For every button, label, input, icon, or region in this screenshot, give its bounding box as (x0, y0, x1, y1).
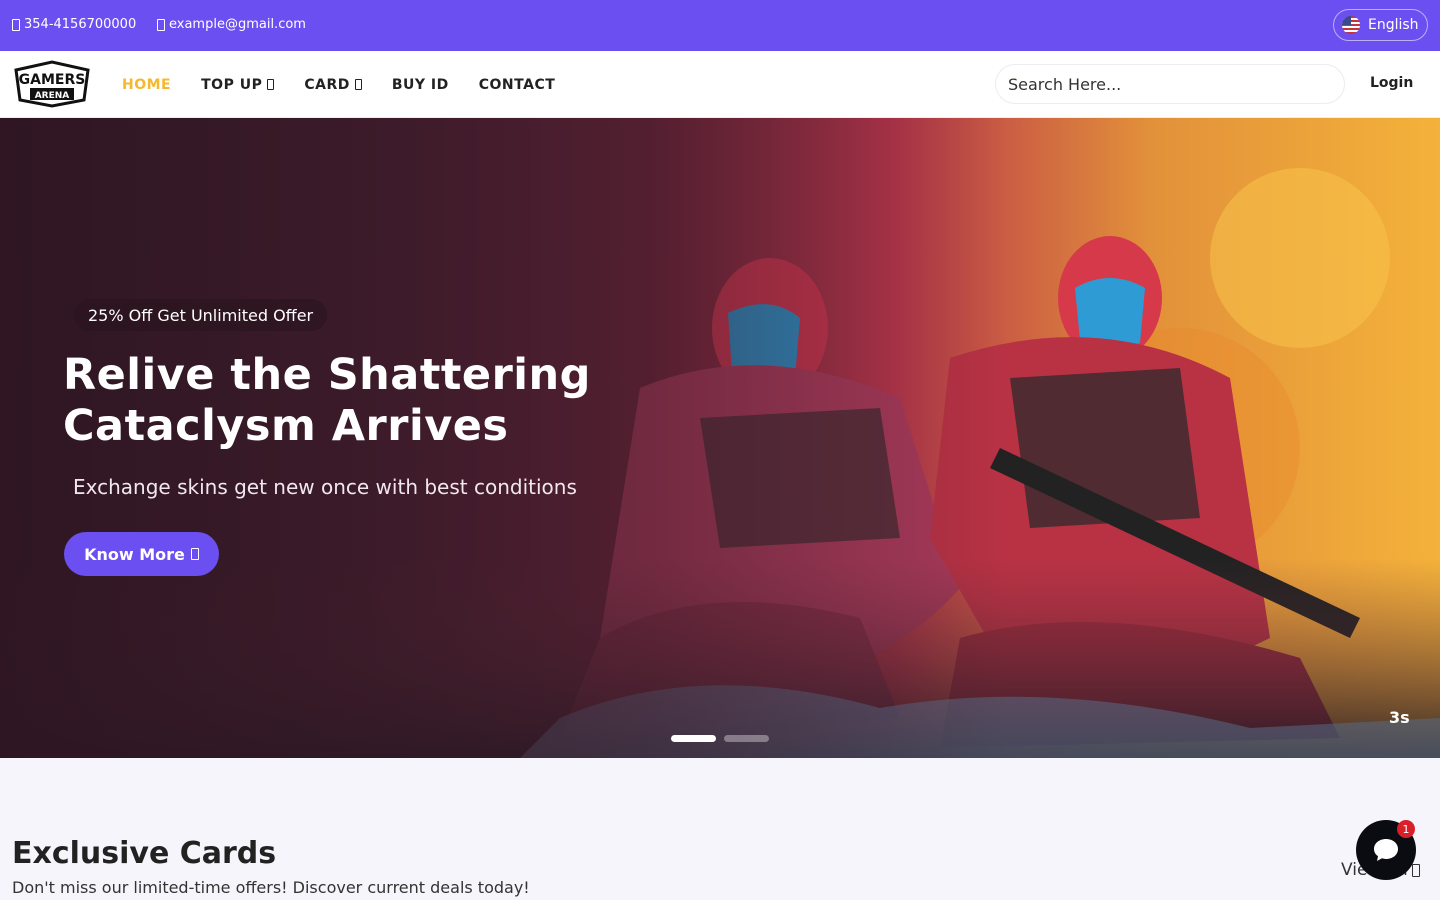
offer-badge: 25% Off Get Unlimited Offer (74, 299, 328, 331)
chat-notification-badge: 1 (1397, 820, 1415, 838)
hero-title: Relive the Shattering Cataclysm Arrives (63, 350, 663, 452)
chevron-down-icon (267, 79, 275, 90)
hero-banner: 25% Off Get Unlimited Offer Relive the S… (0, 118, 1440, 758)
phone-number: 354-4156700000 (24, 17, 137, 32)
logo-text-top: GAMERS (19, 72, 86, 88)
chevron-down-icon (354, 79, 362, 90)
gamers-arena-logo[interactable]: GAMERS ARENA (12, 60, 92, 108)
chat-bubble-icon (1374, 839, 1398, 861)
nav-top-up[interactable]: TOP UP (201, 77, 275, 93)
arrow-right-icon (190, 548, 199, 560)
email-address: example@gmail.com (169, 17, 306, 32)
hero-title-line-2: Cataclysm Arrives (63, 401, 509, 451)
login-link[interactable]: Login (1370, 75, 1413, 91)
slide-timer: 3s (1389, 708, 1410, 727)
slider-pagination (671, 735, 769, 742)
nav-card[interactable]: CARD (304, 77, 362, 93)
nav-contact[interactable]: CONTACT (479, 77, 556, 93)
phone-contact[interactable]: 354-4156700000 (12, 17, 136, 32)
section-subtitle: Don't miss our limited-time offers! Disc… (12, 878, 530, 897)
hero-subtitle: Exchange skins get new once with best co… (73, 475, 577, 499)
section-title: Exclusive Cards (12, 836, 277, 871)
phone-icon (12, 18, 20, 31)
know-more-button[interactable]: Know More (64, 532, 219, 576)
mail-icon (157, 18, 165, 31)
email-contact[interactable]: example@gmail.com (157, 17, 306, 32)
language-selector[interactable]: English (1333, 9, 1428, 41)
us-flag-icon (1342, 16, 1360, 34)
top-info-bar: 354-4156700000 example@gmail.com English (0, 0, 1440, 51)
search-input[interactable] (995, 64, 1345, 104)
arrow-right-icon (1411, 863, 1420, 877)
nav-buy-id[interactable]: BUY ID (392, 77, 449, 93)
language-label: English (1368, 17, 1419, 33)
logo-text-bottom: ARENA (35, 91, 70, 101)
main-navigation: GAMERS ARENA HOME TOP UP CARD BUY ID CON… (0, 51, 1440, 118)
hero-title-line-1: Relive the Shattering (63, 350, 591, 400)
nav-home[interactable]: HOME (122, 77, 171, 93)
slide-dot-1[interactable] (671, 735, 716, 742)
slide-dot-2[interactable] (724, 735, 769, 742)
